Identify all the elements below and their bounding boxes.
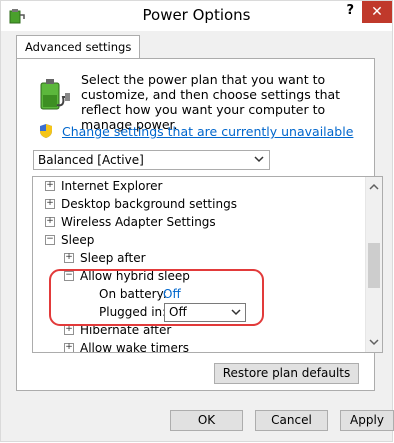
power-options-window: Power Options ? ✕ Advanced settings Sele…: [0, 0, 394, 442]
cancel-button[interactable]: Cancel: [255, 410, 328, 431]
window-title: Power Options: [142, 6, 251, 24]
help-button[interactable]: ?: [346, 3, 354, 18]
power-plan-dropdown[interactable]: Balanced [Active]: [33, 150, 270, 170]
tree-item-label: Sleep: [61, 233, 95, 247]
annotation-highlight: [49, 269, 264, 326]
tab-strip: Advanced settings: [16, 35, 141, 59]
title-bar: Power Options ? ✕: [1, 1, 392, 31]
tree-item-label: Desktop background settings: [61, 197, 237, 211]
instructions-text: Select the power plan that you want to c…: [81, 72, 341, 132]
close-button[interactable]: ✕: [362, 1, 392, 23]
expand-icon[interactable]: +: [64, 253, 74, 263]
expand-icon[interactable]: +: [45, 217, 55, 227]
uac-shield-icon: [40, 124, 52, 138]
tab-advanced-settings[interactable]: Advanced settings: [16, 35, 141, 59]
advanced-settings-panel: Select the power plan that you want to c…: [16, 58, 383, 391]
collapse-icon[interactable]: −: [45, 235, 55, 245]
close-icon: ✕: [371, 4, 383, 20]
expand-icon[interactable]: +: [64, 325, 74, 335]
ok-button[interactable]: OK: [170, 410, 243, 431]
tree-scrollbar[interactable]: [365, 177, 382, 352]
tree-item-label: Sleep after: [80, 251, 146, 265]
expand-icon[interactable]: +: [45, 199, 55, 209]
scroll-down-arrow-icon[interactable]: [369, 337, 379, 347]
scrollbar-thumb[interactable]: [368, 243, 380, 288]
power-plan-value: Balanced [Active]: [38, 153, 144, 167]
restore-plan-defaults-button[interactable]: Restore plan defaults: [214, 363, 359, 384]
chevron-down-icon: [254, 156, 264, 163]
settings-tree: + Internet Explorer + Desktop background…: [32, 176, 383, 353]
tree-item-label: Allow wake timers: [80, 341, 190, 353]
expand-icon[interactable]: +: [64, 343, 74, 352]
tree-item-label: Internet Explorer: [61, 179, 163, 193]
change-unavailable-settings-link[interactable]: Change settings that are currently unava…: [62, 124, 353, 139]
tree-item-label: Wireless Adapter Settings: [61, 215, 216, 229]
expand-icon[interactable]: +: [45, 181, 55, 191]
apply-button[interactable]: Apply: [340, 410, 394, 431]
battery-plug-icon: [40, 79, 70, 110]
scroll-up-arrow-icon[interactable]: [369, 182, 379, 192]
